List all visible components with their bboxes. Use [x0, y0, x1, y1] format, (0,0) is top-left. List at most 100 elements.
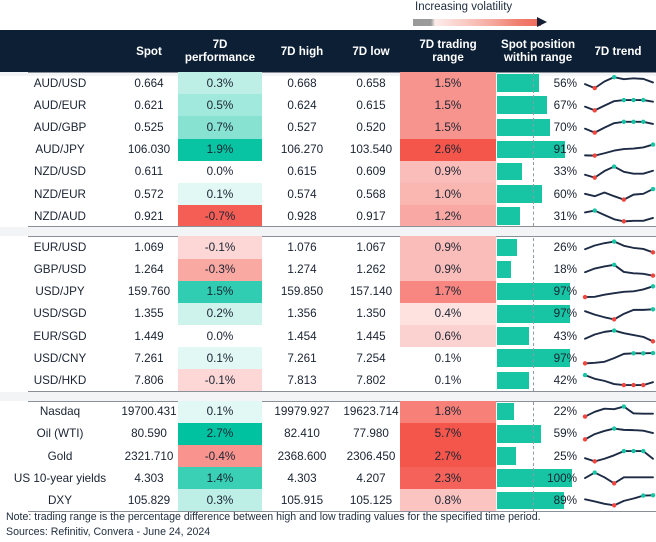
position-percent-label: 91% — [553, 143, 577, 157]
high-value: 106.270 — [280, 143, 324, 157]
sparkline — [584, 164, 654, 180]
sparkline-high-marker — [650, 141, 656, 147]
table-header-row: Spot 7D performance 7D high 7D low 7D trading… — [0, 30, 656, 72]
sparkline-low-marker — [611, 481, 617, 486]
sparkline — [584, 448, 654, 464]
table-row[interactable]: USD/HKD 7.806 -0.1% 7.813 7.802 0.1% 42% — [0, 369, 656, 392]
table-row[interactable]: USD/JPY 159.760 1.5% 159.850 157.140 1.7% 97% — [0, 280, 656, 303]
midpoint-marker — [533, 139, 534, 160]
instrument-name: AUD/GBP — [33, 120, 87, 134]
instrument-name: DXY — [47, 493, 73, 507]
table-row[interactable]: NZD/USD 0.611 0.0% 0.615 0.609 0.9% 33% — [0, 160, 656, 183]
low-value: 103.540 — [349, 143, 393, 157]
spot-position-cell: 97% — [496, 303, 580, 325]
sparkline-low-marker — [582, 361, 588, 366]
instrument-name: NZD/EUR — [34, 187, 86, 201]
position-bar-fill — [497, 162, 522, 181]
table-row[interactable]: USD/CNY 7.261 0.1% 7.261 7.254 0.1% 97% — [0, 347, 656, 370]
performance-value: 1.4% — [178, 467, 262, 490]
table-row[interactable]: GBP/USD 1.264 -0.3% 1.274 1.262 0.9% 18% — [0, 258, 656, 281]
sparkline-low-marker — [611, 503, 617, 508]
table-row[interactable]: Nasdaq 19700.431 0.1% 19979.927 19623.714 1.8… — [0, 400, 656, 423]
table-row[interactable]: EUR/SGD 1.449 0.0% 1.454 1.445 0.6% 43% — [0, 325, 656, 348]
sparkline — [582, 351, 656, 366]
sparkline-low-marker — [592, 459, 597, 464]
table-row[interactable]: AUD/JPY 106.030 1.9% 106.270 103.540 2.6% 91% — [0, 138, 656, 161]
instrument-name: Nasdaq — [39, 405, 81, 419]
low-value: 0.917 — [356, 209, 386, 223]
trend-cell — [580, 369, 656, 391]
position-percent-label: 56% — [553, 76, 577, 90]
trading-range-value: 1.0% — [400, 182, 496, 206]
sparkline-low-marker — [592, 152, 597, 158]
position-bar-fill — [497, 185, 542, 203]
sparkline — [584, 74, 654, 91]
sparkline — [584, 307, 656, 322]
trading-range-value: 1.5% — [400, 72, 496, 95]
sparkline-low-marker — [621, 383, 627, 388]
midpoint-marker — [533, 73, 534, 94]
table-row[interactable]: AUD/GBP 0.525 0.7% 0.527 0.520 1.5% 70% — [0, 116, 656, 139]
trend-cell — [580, 281, 656, 303]
sparkline-high-marker — [641, 493, 646, 499]
table-row[interactable]: EUR/USD 1.069 -0.1% 1.076 1.067 0.9% 26% — [0, 236, 656, 259]
performance-value: -0.1% — [178, 369, 262, 392]
position-bar-fill — [497, 118, 550, 137]
position-percent-label: 26% — [553, 240, 577, 254]
table-row[interactable]: DXY 105.829 0.3% 105.915 105.125 0.8% 89% — [0, 489, 656, 512]
performance-value: 0.3% — [178, 72, 262, 95]
sparkline-low-marker — [592, 175, 597, 180]
sparkline — [584, 98, 654, 113]
performance-value: -0.3% — [178, 258, 262, 281]
position-percent-label: 25% — [553, 449, 577, 463]
position-percent-label: 100% — [547, 471, 577, 485]
trend-cell — [580, 236, 656, 258]
sparkline-high-marker — [650, 307, 656, 312]
table-row[interactable]: Oil (WTI) 80.590 2.7% 82.410 77.980 5.7% 59% — [0, 422, 656, 445]
table-row[interactable]: AUD/EUR 0.621 0.5% 0.624 0.615 1.5% 67% — [0, 94, 656, 117]
table-row[interactable]: Gold 2321.710 -0.4% 2368.600 2306.450 2.7% 25% — [0, 445, 656, 468]
volatility-legend-gradient — [413, 17, 558, 28]
spot-position-cell: 91% — [496, 139, 580, 161]
sparkline-low-marker — [582, 414, 588, 419]
spot-value: 0.611 — [134, 165, 164, 179]
table-row[interactable]: NZD/AUD 0.921 -0.7% 0.928 0.917 1.2% 31% — [0, 205, 656, 228]
sparkline — [584, 262, 656, 278]
sparkline — [584, 239, 656, 255]
high-value: 2368.600 — [277, 449, 327, 463]
spot-position-cell: 59% — [496, 423, 580, 445]
spot-position-cell: 26% — [496, 236, 580, 258]
spot-value: 105.829 — [127, 493, 171, 507]
sparkline-high-marker — [650, 186, 656, 192]
table-row[interactable]: USD/SGD 1.355 0.2% 1.356 1.350 0.4% 97% — [0, 302, 656, 326]
high-value: 0.624 — [287, 98, 317, 112]
midpoint-marker — [533, 468, 534, 489]
sparkline-low-marker — [621, 219, 627, 224]
table-row[interactable]: NZD/EUR 0.572 0.1% 0.574 0.568 1.0% 60% — [0, 182, 656, 206]
low-value: 0.568 — [356, 187, 386, 201]
spot-position-cell: 100% — [496, 467, 580, 489]
group-separator — [0, 391, 656, 401]
high-value: 19979.927 — [274, 405, 330, 419]
sparkline — [584, 119, 654, 136]
instrument-name: NZD/AUD — [34, 209, 86, 223]
table-row[interactable]: US 10-year yields 4.303 1.4% 4.303 4.207 2.3%… — [0, 467, 656, 490]
position-percent-label: 70% — [553, 120, 577, 134]
position-percent-label: 97% — [553, 307, 577, 321]
midpoint-marker — [533, 161, 534, 182]
sparkline-high-marker — [631, 351, 636, 356]
high-value: 7.813 — [287, 374, 317, 388]
trading-range-value: 0.1% — [400, 369, 496, 392]
high-value: 82.410 — [284, 427, 320, 441]
table-row[interactable]: AUD/USD 0.664 0.3% 0.668 0.658 1.5% 56% — [0, 72, 656, 95]
midpoint-marker — [533, 424, 534, 444]
spot-position-cell: 33% — [496, 161, 580, 183]
high-value: 1.274 — [287, 263, 317, 277]
sparkline-path — [584, 285, 654, 298]
high-value: 0.574 — [287, 187, 317, 201]
sparkline — [582, 373, 654, 388]
high-value: 1.076 — [287, 240, 317, 254]
high-value: 0.928 — [287, 209, 317, 223]
sparkline-low-marker — [592, 130, 597, 136]
volatility-gradient-bar — [413, 19, 541, 26]
